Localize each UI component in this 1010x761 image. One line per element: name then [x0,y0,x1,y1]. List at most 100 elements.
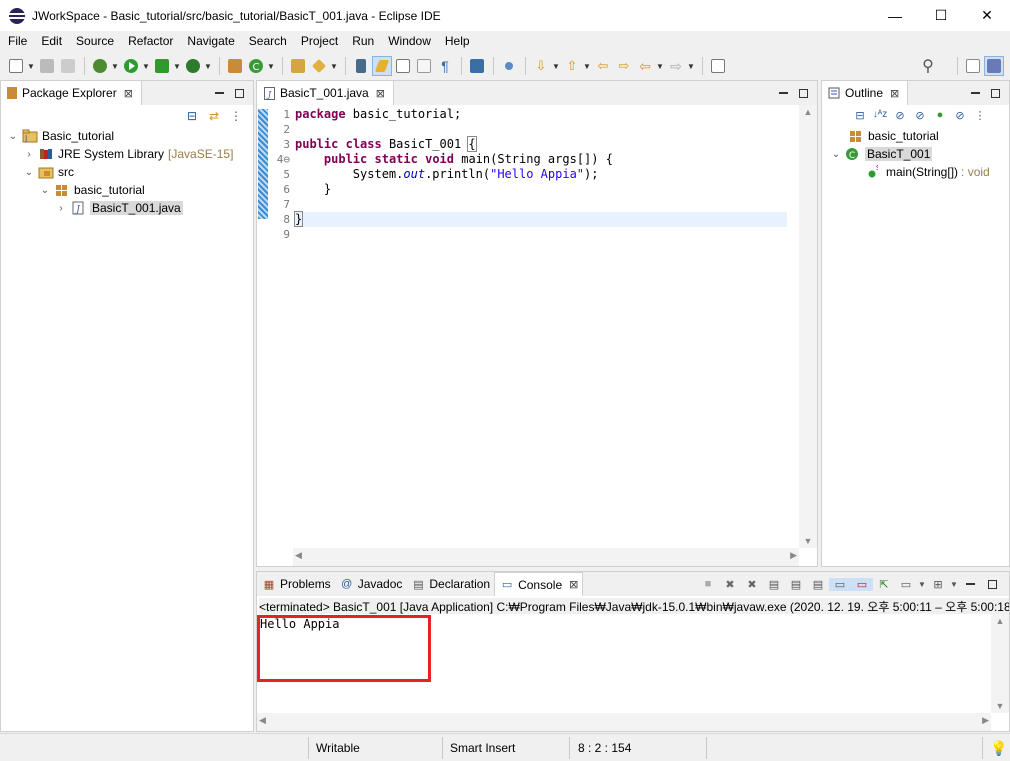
maximize-view-icon[interactable] [981,578,1003,590]
show-whitespace-icon[interactable] [414,56,434,76]
status-insert-mode[interactable]: Smart Insert [450,738,515,758]
menu-file[interactable]: File [0,31,34,51]
minimize-view-icon[interactable] [773,87,793,99]
java-perspective-icon[interactable] [984,56,1004,76]
tree-item-jre[interactable]: › JRE System Library [JavaSE-15] [1,145,253,163]
remove-launch-icon[interactable]: ✖ [719,578,741,591]
back-dropdown-icon[interactable]: ▼ [656,56,664,76]
next-annotation-dropdown-icon[interactable]: ▼ [552,56,560,76]
scroll-up-icon[interactable]: ▲ [799,107,817,117]
toggle-ant-mark-icon[interactable] [351,56,371,76]
debug-icon[interactable] [90,56,110,76]
forward-dropdown-icon[interactable]: ▼ [687,56,695,76]
maximize-view-icon[interactable] [793,87,813,99]
menu-source[interactable]: Source [69,31,121,51]
console-horizontal-scrollbar[interactable]: ◀ ▶ [257,713,991,731]
coverage-dropdown-icon[interactable]: ▼ [173,56,181,76]
tab-console[interactable]: ▭ Console ⊠ [494,572,584,596]
show-console-stdout-icon[interactable]: ▭ [829,577,851,591]
chevron-right-icon[interactable]: › [55,203,67,214]
scroll-lock-icon[interactable]: ▤ [785,578,807,591]
menu-edit[interactable]: Edit [34,31,69,51]
chevron-down-icon[interactable]: ⌄ [830,149,842,160]
hide-fields-icon[interactable]: ⊘ [890,109,910,122]
scroll-right-icon[interactable]: ▶ [982,715,989,726]
save-all-icon[interactable] [58,56,78,76]
collapse-all-icon[interactable]: ⊟ [850,109,870,122]
close-icon[interactable]: ⊠ [569,578,578,591]
coverage-icon[interactable] [152,56,172,76]
tree-item-java-file[interactable]: › J BasicT_001.java [1,199,253,217]
status-cursor-position[interactable]: 8 : 2 : 154 [578,738,631,758]
tree-item-package[interactable]: ⌄ basic_tutorial [1,181,253,199]
pin-console-icon[interactable]: ⇱ [873,578,895,591]
maximize-button[interactable]: ☐ [918,0,964,31]
editor-horizontal-scrollbar[interactable]: ◀ ▶ [293,548,799,566]
tab-package-explorer[interactable]: Package Explorer ⊠ [1,81,142,105]
save-icon[interactable] [37,56,57,76]
tree-item-src[interactable]: ⌄ src [1,163,253,181]
tree-item-project[interactable]: ⌄ J Basic_tutorial [1,127,253,145]
show-console-stderr-icon[interactable]: ▭ [851,577,873,591]
menu-window[interactable]: Window [381,31,438,51]
line-number-fold[interactable]: 4⊖ [269,152,293,167]
skip-breakpoints-icon[interactable] [499,56,519,76]
scroll-left-icon[interactable]: ◀ [259,715,266,726]
external-tools-icon[interactable] [183,56,203,76]
new-class-dropdown-icon[interactable]: ▼ [267,56,275,76]
open-perspective-icon[interactable] [963,56,983,76]
link-with-editor-icon[interactable]: ⇄ [203,109,225,123]
scroll-down-icon[interactable]: ▼ [799,536,817,546]
pilcrow-icon[interactable]: ¶ [435,56,455,76]
scroll-down-icon[interactable]: ▼ [991,701,1009,711]
tab-problems[interactable]: ▦ Problems [257,572,335,596]
next-annotation-icon[interactable]: ⇩ [531,56,551,76]
tab-editor-file[interactable]: J BasicT_001.java ⊠ [257,81,394,105]
terminal-icon[interactable] [467,56,487,76]
chevron-down-icon[interactable]: ⌄ [7,131,19,142]
external-tools-dropdown-icon[interactable]: ▼ [204,56,212,76]
open-console-dropdown-icon[interactable]: ▼ [949,580,959,589]
sort-icon[interactable]: ↓ᴬz [870,109,890,122]
console-output-area[interactable]: Hello Appia [257,614,991,713]
hide-static-icon[interactable]: ⊘ [910,109,930,122]
tab-javadoc[interactable]: @ Javadoc [334,572,407,596]
outline-item-class[interactable]: ⌄ C BasicT_001 [822,145,1009,163]
menu-search[interactable]: Search [242,31,294,51]
minimize-view-icon[interactable] [959,578,981,590]
menu-navigate[interactable]: Navigate [180,31,241,51]
new-dropdown-icon[interactable]: ▼ [27,56,35,76]
forward-edit-location-icon[interactable]: ⇨ [614,56,634,76]
outline-item-package[interactable]: basic_tutorial [822,127,1009,145]
debug-dropdown-icon[interactable]: ▼ [111,56,119,76]
minimize-view-icon[interactable] [209,87,229,99]
open-type-icon[interactable] [288,56,308,76]
close-icon[interactable]: ⊠ [124,87,133,100]
scroll-up-icon[interactable]: ▲ [991,616,1009,626]
minimize-button[interactable]: — [872,0,918,31]
scroll-left-icon[interactable]: ◀ [295,550,302,561]
forward-icon[interactable]: ⇨ [666,56,686,76]
search-tool-icon[interactable] [309,56,329,76]
hide-non-public-icon[interactable]: ● [930,109,950,122]
hide-local-types-icon[interactable]: ⊘ [950,109,970,122]
new-icon[interactable] [6,56,26,76]
console-vertical-scrollbar[interactable]: ▲ ▼ [991,614,1009,713]
new-java-package-icon[interactable] [225,56,245,76]
chevron-right-icon[interactable]: › [23,149,35,160]
toggle-block-selection-icon[interactable] [393,56,413,76]
menu-help[interactable]: Help [438,31,477,51]
display-console-dropdown-icon[interactable]: ▼ [917,580,927,589]
back-icon[interactable]: ⇦ [635,56,655,76]
close-button[interactable]: ✕ [964,0,1010,31]
chevron-down-icon[interactable]: ⌄ [39,185,51,196]
new-java-class-icon[interactable]: C [246,56,266,76]
last-edit-location-icon[interactable]: ⇦ [593,56,613,76]
terminate-icon[interactable]: ■ [697,578,719,590]
maximize-view-icon[interactable] [229,87,249,99]
chevron-down-icon[interactable]: ⌄ [23,167,35,178]
run-dropdown-icon[interactable]: ▼ [142,56,150,76]
view-menu-icon[interactable]: ⋮ [970,109,990,122]
previous-annotation-icon[interactable]: ⇧ [562,56,582,76]
menu-run[interactable]: Run [345,31,381,51]
